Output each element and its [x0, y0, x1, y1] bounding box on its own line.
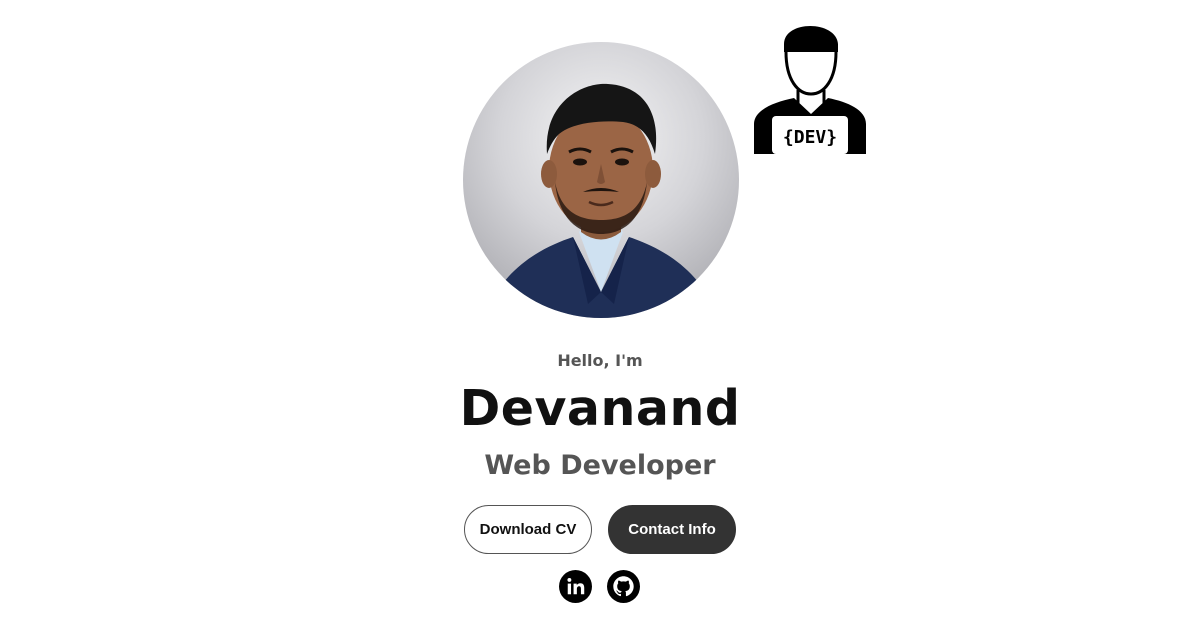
- role-subtitle: Web Developer: [484, 450, 716, 481]
- download-cv-button[interactable]: Download CV: [464, 505, 592, 554]
- github-icon[interactable]: [607, 570, 640, 603]
- contact-info-button[interactable]: Contact Info: [608, 505, 736, 554]
- linkedin-icon[interactable]: [559, 570, 592, 603]
- profile-section: {DEV} Hello, I'm Devanand Web Developer …: [0, 0, 1200, 630]
- profile-photo: [463, 42, 739, 318]
- dev-badge-label: {DEV}: [783, 127, 837, 148]
- profile-portrait-illustration: [483, 83, 719, 318]
- developer-avatar-icon: {DEV}: [750, 14, 870, 156]
- greeting-text: Hello, I'm: [557, 351, 643, 370]
- page-title: Devanand: [459, 380, 741, 437]
